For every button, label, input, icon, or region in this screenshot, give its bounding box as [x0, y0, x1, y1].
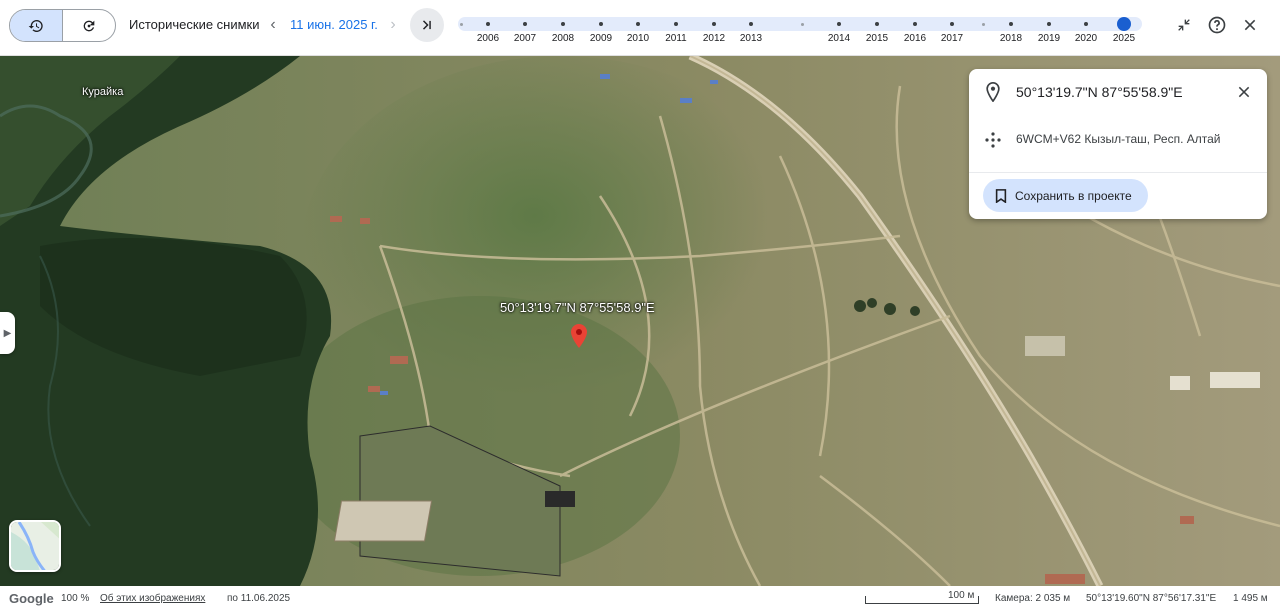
- next-date-button[interactable]: ›: [384, 14, 402, 36]
- location-pin-icon[interactable]: [571, 324, 587, 348]
- zoom-level: 100 %: [61, 593, 90, 604]
- timeline-dot-2014[interactable]: [837, 22, 841, 26]
- cursor-coordinates: 50°13'19.60"N 87°56'17.31"E: [1086, 593, 1217, 604]
- location-info-card: 50°13'19.7"N 87°55'58.9"E 6WCM+V62 Кызыл…: [969, 69, 1267, 219]
- timeline-dot-2012[interactable]: [712, 22, 716, 26]
- elevation: 1 495 м: [1233, 593, 1268, 604]
- view-mode-toggle: [9, 9, 116, 42]
- timeline-dot-2016[interactable]: [913, 22, 917, 26]
- card-coordinates: 50°13'19.7"N 87°55'58.9"E: [1016, 84, 1183, 100]
- selected-date[interactable]: 11 июн. 2025 г.: [290, 17, 378, 32]
- timeline-year-2006[interactable]: 2006: [477, 33, 499, 44]
- timeline-dot-2009[interactable]: [599, 22, 603, 26]
- timeline-dot-2010[interactable]: [636, 22, 640, 26]
- timeline-dot-minor[interactable]: [982, 23, 985, 26]
- timeline-dot-2020[interactable]: [1084, 22, 1088, 26]
- timeline-year-2016[interactable]: 2016: [904, 33, 926, 44]
- history-icon: [28, 19, 43, 32]
- camera-altitude: Камера: 2 035 м: [995, 593, 1071, 604]
- timeline-dot-2015[interactable]: [875, 22, 879, 26]
- chevron-right-icon: ▶: [3, 327, 12, 339]
- timeline-year-2011[interactable]: 2011: [665, 33, 687, 44]
- location-pin-icon: [983, 82, 1003, 102]
- historical-imagery-title: Исторические снимки: [129, 17, 260, 32]
- rotate-mode-button[interactable]: [63, 10, 116, 41]
- card-divider: [969, 172, 1267, 173]
- timeline-dot-2018[interactable]: [1009, 22, 1013, 26]
- earth-app: Исторические снимки ‹ 11 июн. 2025 г. › …: [0, 0, 1280, 611]
- side-panel-toggle[interactable]: ▶: [0, 312, 15, 354]
- minimap-image: [11, 522, 59, 570]
- place-label: Курайка: [82, 86, 124, 98]
- timeline-dot-2006[interactable]: [486, 22, 490, 26]
- minimap[interactable]: [9, 520, 61, 572]
- collapse-button[interactable]: [1172, 13, 1196, 37]
- timeline-dot-minor[interactable]: [801, 23, 804, 26]
- skip-to-latest-button[interactable]: [410, 8, 444, 42]
- close-card-button[interactable]: [1235, 83, 1253, 101]
- timeline-year-2009[interactable]: 2009: [590, 33, 612, 44]
- timeline-dot-2017[interactable]: [950, 22, 954, 26]
- timeline-year-2017[interactable]: 2017: [941, 33, 963, 44]
- chevron-left-icon: ‹: [270, 16, 276, 33]
- pin-coordinates-label: 50°13'19.7"N 87°55'58.9"E: [500, 300, 655, 315]
- save-to-project-button[interactable]: Сохранить в проекте: [983, 179, 1148, 212]
- close-icon: [1238, 86, 1250, 98]
- plus-code-icon: [983, 130, 1003, 150]
- timeline-year-2010[interactable]: 2010: [627, 33, 649, 44]
- timeline-dot-2011[interactable]: [674, 22, 678, 26]
- timeline-year-2008[interactable]: 2008: [552, 33, 574, 44]
- google-logo: Google: [9, 591, 54, 606]
- timeline-year-2013[interactable]: 2013: [740, 33, 762, 44]
- timeline-year-2025[interactable]: 2025: [1113, 33, 1135, 44]
- timeline-dot-2008[interactable]: [561, 22, 565, 26]
- about-imagery-link[interactable]: Об этих изображениях: [100, 593, 205, 604]
- imagery-date: по 11.06.2025: [227, 593, 291, 604]
- rotate-icon: [83, 20, 95, 31]
- chevron-right-icon: ›: [390, 16, 396, 33]
- save-to-project-label: Сохранить в проекте: [1015, 188, 1132, 203]
- timeline-dot-minor[interactable]: [460, 23, 463, 26]
- timeline-dot-2019[interactable]: [1047, 22, 1051, 26]
- historical-imagery-bar: Исторические снимки ‹ 11 июн. 2025 г. › …: [0, 0, 1280, 56]
- skip-to-latest-icon: [422, 20, 431, 30]
- timeline-year-2007[interactable]: 2007: [514, 33, 536, 44]
- close-history-button[interactable]: [1238, 13, 1262, 37]
- scale-label: 100 м: [948, 590, 975, 601]
- timeline-year-2014[interactable]: 2014: [828, 33, 850, 44]
- timeline-current-handle[interactable]: [1117, 17, 1131, 31]
- history-mode-button[interactable]: [10, 10, 63, 41]
- timeline-dot-2013[interactable]: [749, 22, 753, 26]
- timeline-year-2012[interactable]: 2012: [703, 33, 725, 44]
- close-icon: [1244, 19, 1256, 31]
- timeline-year-2020[interactable]: 2020: [1075, 33, 1097, 44]
- bookmark-icon: [995, 188, 1007, 203]
- help-button[interactable]: [1205, 13, 1229, 37]
- collapse-icon: [1178, 19, 1190, 31]
- status-bar: Google 100 % Об этих изображениях по 11.…: [0, 586, 1280, 611]
- timeline-year-2018[interactable]: 2018: [1000, 33, 1022, 44]
- help-icon: [1208, 16, 1226, 34]
- timeline-year-2015[interactable]: 2015: [866, 33, 888, 44]
- timeline-dot-2007[interactable]: [523, 22, 527, 26]
- plus-code-address[interactable]: 6WCM+V62 Кызыл-таш, Респ. Алтай: [1016, 132, 1221, 146]
- timeline-year-2019[interactable]: 2019: [1038, 33, 1060, 44]
- previous-date-button[interactable]: ‹: [264, 14, 282, 36]
